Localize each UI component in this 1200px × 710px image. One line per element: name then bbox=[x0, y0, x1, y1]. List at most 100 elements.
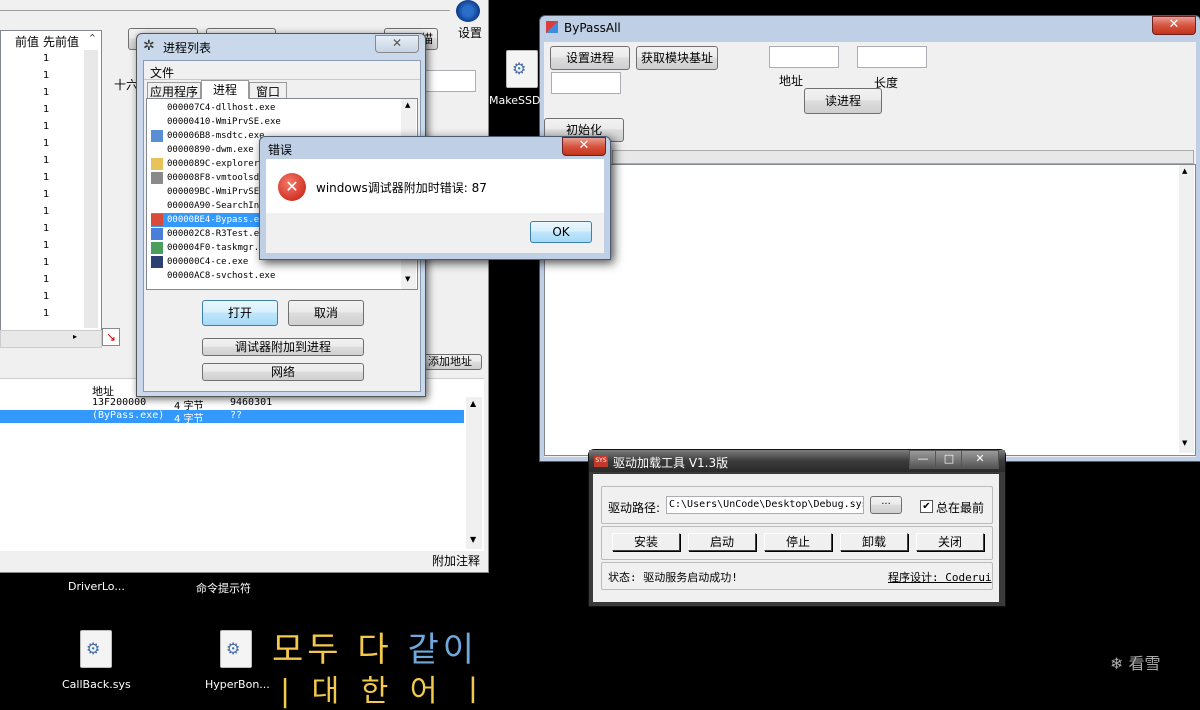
process-row[interactable]: 00000AC8-svchost.exe bbox=[151, 269, 399, 283]
error-icon: ✕ bbox=[278, 173, 306, 201]
attach-comment-button[interactable]: 附加注释 bbox=[432, 552, 480, 569]
process-icon bbox=[151, 172, 163, 184]
action-group: 安装 启动 停止 卸载 关闭 bbox=[601, 526, 993, 560]
stop-button[interactable]: 停止 bbox=[764, 533, 832, 551]
process-icon bbox=[151, 214, 163, 226]
cmd-label[interactable]: 命令提示符 bbox=[196, 580, 251, 596]
add-address-button[interactable]: 添加地址 bbox=[418, 354, 482, 370]
process-icon bbox=[151, 116, 163, 128]
address-input[interactable] bbox=[769, 46, 839, 68]
makessd-label[interactable]: MakeSSD bbox=[489, 94, 540, 107]
table-row-selected[interactable]: (ByPass.exe) 4 字节 ?? bbox=[0, 410, 464, 425]
makessd-file-icon[interactable] bbox=[506, 50, 538, 88]
korean-text-blue: 같이 bbox=[407, 630, 479, 670]
ce-top-strip bbox=[0, 0, 450, 11]
hyperbon-label[interactable]: HyperBon... bbox=[205, 678, 270, 691]
col-first-value-header[interactable]: 先前值 bbox=[43, 33, 79, 50]
driver-tool-window: SYS 驱动加载工具 V1.3版 — □ ✕ 驱动路径: C:\Users\Un… bbox=[588, 449, 1006, 607]
process-row[interactable]: 000007C4-dllhost.exe bbox=[151, 101, 399, 115]
row-address: 13F200000 bbox=[92, 397, 147, 408]
process-icon bbox=[151, 102, 163, 114]
callback-label[interactable]: CallBack.sys bbox=[62, 678, 131, 691]
attach-debugger-button[interactable]: 调试器附加到进程 bbox=[202, 338, 364, 356]
close-button[interactable]: ✕ bbox=[562, 137, 606, 156]
scroll-up-icon[interactable]: ▲ bbox=[470, 399, 476, 408]
scroll-up-icon[interactable]: ▲ bbox=[1182, 167, 1187, 175]
tab-windows[interactable]: 窗口 bbox=[249, 82, 287, 99]
value-list-hscroll[interactable]: ▸ bbox=[0, 330, 102, 348]
process-icon bbox=[151, 228, 163, 240]
minimize-button[interactable]: — bbox=[909, 450, 937, 469]
driverlo-label[interactable]: DriverLo... bbox=[68, 580, 125, 593]
status-group: 状态: 驱动服务启动成功! 程序设计: Coderui bbox=[601, 562, 993, 590]
cancel-button[interactable]: 取消 bbox=[288, 300, 364, 326]
process-name: 00000890-dwm.exe bbox=[167, 145, 254, 155]
process-row[interactable]: 00000410-WmiPrvSE.exe bbox=[151, 115, 399, 129]
process-icon bbox=[151, 256, 163, 268]
output-scrollbar[interactable]: ▲ ▼ bbox=[1179, 165, 1194, 453]
tab-applications[interactable]: 应用程序 bbox=[147, 82, 201, 99]
scroll-down-icon[interactable]: ▼ bbox=[1182, 439, 1187, 447]
value-cell: 1 bbox=[43, 53, 50, 64]
close-button[interactable]: ✕ bbox=[961, 450, 999, 469]
status-text: 状态: 驱动服务启动成功! bbox=[608, 571, 738, 584]
scroll-up-icon[interactable]: ▲ bbox=[405, 101, 410, 109]
open-button[interactable]: 打开 bbox=[202, 300, 278, 326]
get-module-base-button[interactable]: 获取模块基址 bbox=[636, 46, 718, 70]
process-icon bbox=[151, 270, 163, 282]
process-icon bbox=[151, 130, 163, 142]
red-arrow-icon[interactable]: ↘ bbox=[102, 328, 120, 346]
bypassall-window: ByPassAll ✕ 设置进程 获取模块基址 地址 长度 读进程 初始化 ▲ … bbox=[539, 15, 1200, 462]
close-tool-button[interactable]: 关闭 bbox=[916, 533, 984, 551]
topmost-checkbox[interactable]: ✔ bbox=[920, 500, 933, 513]
row-type: 4 字节 bbox=[174, 414, 204, 425]
read-process-button[interactable]: 读进程 bbox=[804, 88, 882, 114]
install-button[interactable]: 安装 bbox=[612, 533, 680, 551]
process-name: 000004F0-taskmgr. bbox=[167, 243, 260, 253]
address-list-scrollbar[interactable]: ▲ ▼ bbox=[466, 397, 482, 549]
start-button[interactable]: 启动 bbox=[688, 533, 756, 551]
row-value: 9460301 bbox=[230, 397, 273, 408]
table-row[interactable]: 13F200000 4 字节 9460301 bbox=[0, 397, 464, 412]
scroll-right-icon[interactable]: ▸ bbox=[73, 332, 77, 341]
browse-button[interactable]: ··· bbox=[870, 496, 902, 514]
value-input[interactable] bbox=[420, 70, 476, 92]
hyperbon-file-icon[interactable] bbox=[220, 630, 252, 668]
ce-logo-icon[interactable] bbox=[456, 0, 480, 22]
row-address: (ByPass.exe) bbox=[92, 410, 165, 421]
process-list-title: 进程列表 bbox=[163, 41, 212, 55]
row-value: ?? bbox=[230, 410, 243, 421]
value-cell: 1 bbox=[43, 240, 50, 251]
scroll-down-icon[interactable]: ▼ bbox=[470, 535, 476, 544]
settings-label[interactable]: 设置 bbox=[458, 24, 482, 41]
callback-file-icon[interactable] bbox=[80, 630, 112, 668]
process-input[interactable] bbox=[551, 72, 621, 94]
watermark-text: 看雪 bbox=[1128, 654, 1161, 673]
sort-arrow-icon: ^ bbox=[89, 33, 96, 42]
process-name: 000009BC-WmiPrvSE bbox=[167, 187, 260, 197]
maximize-button[interactable]: □ bbox=[935, 450, 963, 469]
address-list[interactable]: 地址 13F200000 4 字节 9460301 (ByPass.exe) 4… bbox=[0, 378, 484, 551]
designer-text: 程序设计: Coderui bbox=[888, 571, 992, 584]
driver-path-input[interactable]: C:\Users\UnCode\Desktop\Debug.sys bbox=[666, 496, 864, 514]
scroll-down-icon[interactable]: ▼ bbox=[405, 275, 410, 283]
set-process-button[interactable]: 设置进程 bbox=[550, 46, 630, 70]
ok-button[interactable]: OK bbox=[530, 221, 592, 243]
error-dialog: 错误 ✕ ✕ windows调试器附加时错误: 87 OK bbox=[259, 136, 611, 260]
unload-button[interactable]: 卸载 bbox=[840, 533, 908, 551]
network-button[interactable]: 网络 bbox=[202, 363, 364, 381]
value-cell: 1 bbox=[43, 274, 50, 285]
process-icon bbox=[151, 200, 163, 212]
value-list-scrollbar[interactable] bbox=[84, 50, 98, 328]
output-area[interactable]: ▲ ▼ bbox=[544, 164, 1196, 456]
bypass-app-icon bbox=[546, 21, 558, 33]
driver-client: 驱动路径: C:\Users\UnCode\Desktop\Debug.sys … bbox=[593, 474, 999, 602]
korean-text-yellow: 모두 다 bbox=[272, 630, 393, 670]
col-prev-value-header[interactable]: 前值 bbox=[1, 33, 39, 50]
length-input[interactable] bbox=[857, 46, 927, 68]
close-button[interactable]: ✕ bbox=[1152, 16, 1196, 35]
tab-processes[interactable]: 进程 bbox=[201, 80, 249, 99]
korean-overlay-line1: 모두 다 같이 bbox=[272, 630, 478, 670]
close-button[interactable]: ✕ bbox=[375, 35, 419, 53]
process-name: 0000089C-explorer bbox=[167, 159, 260, 169]
